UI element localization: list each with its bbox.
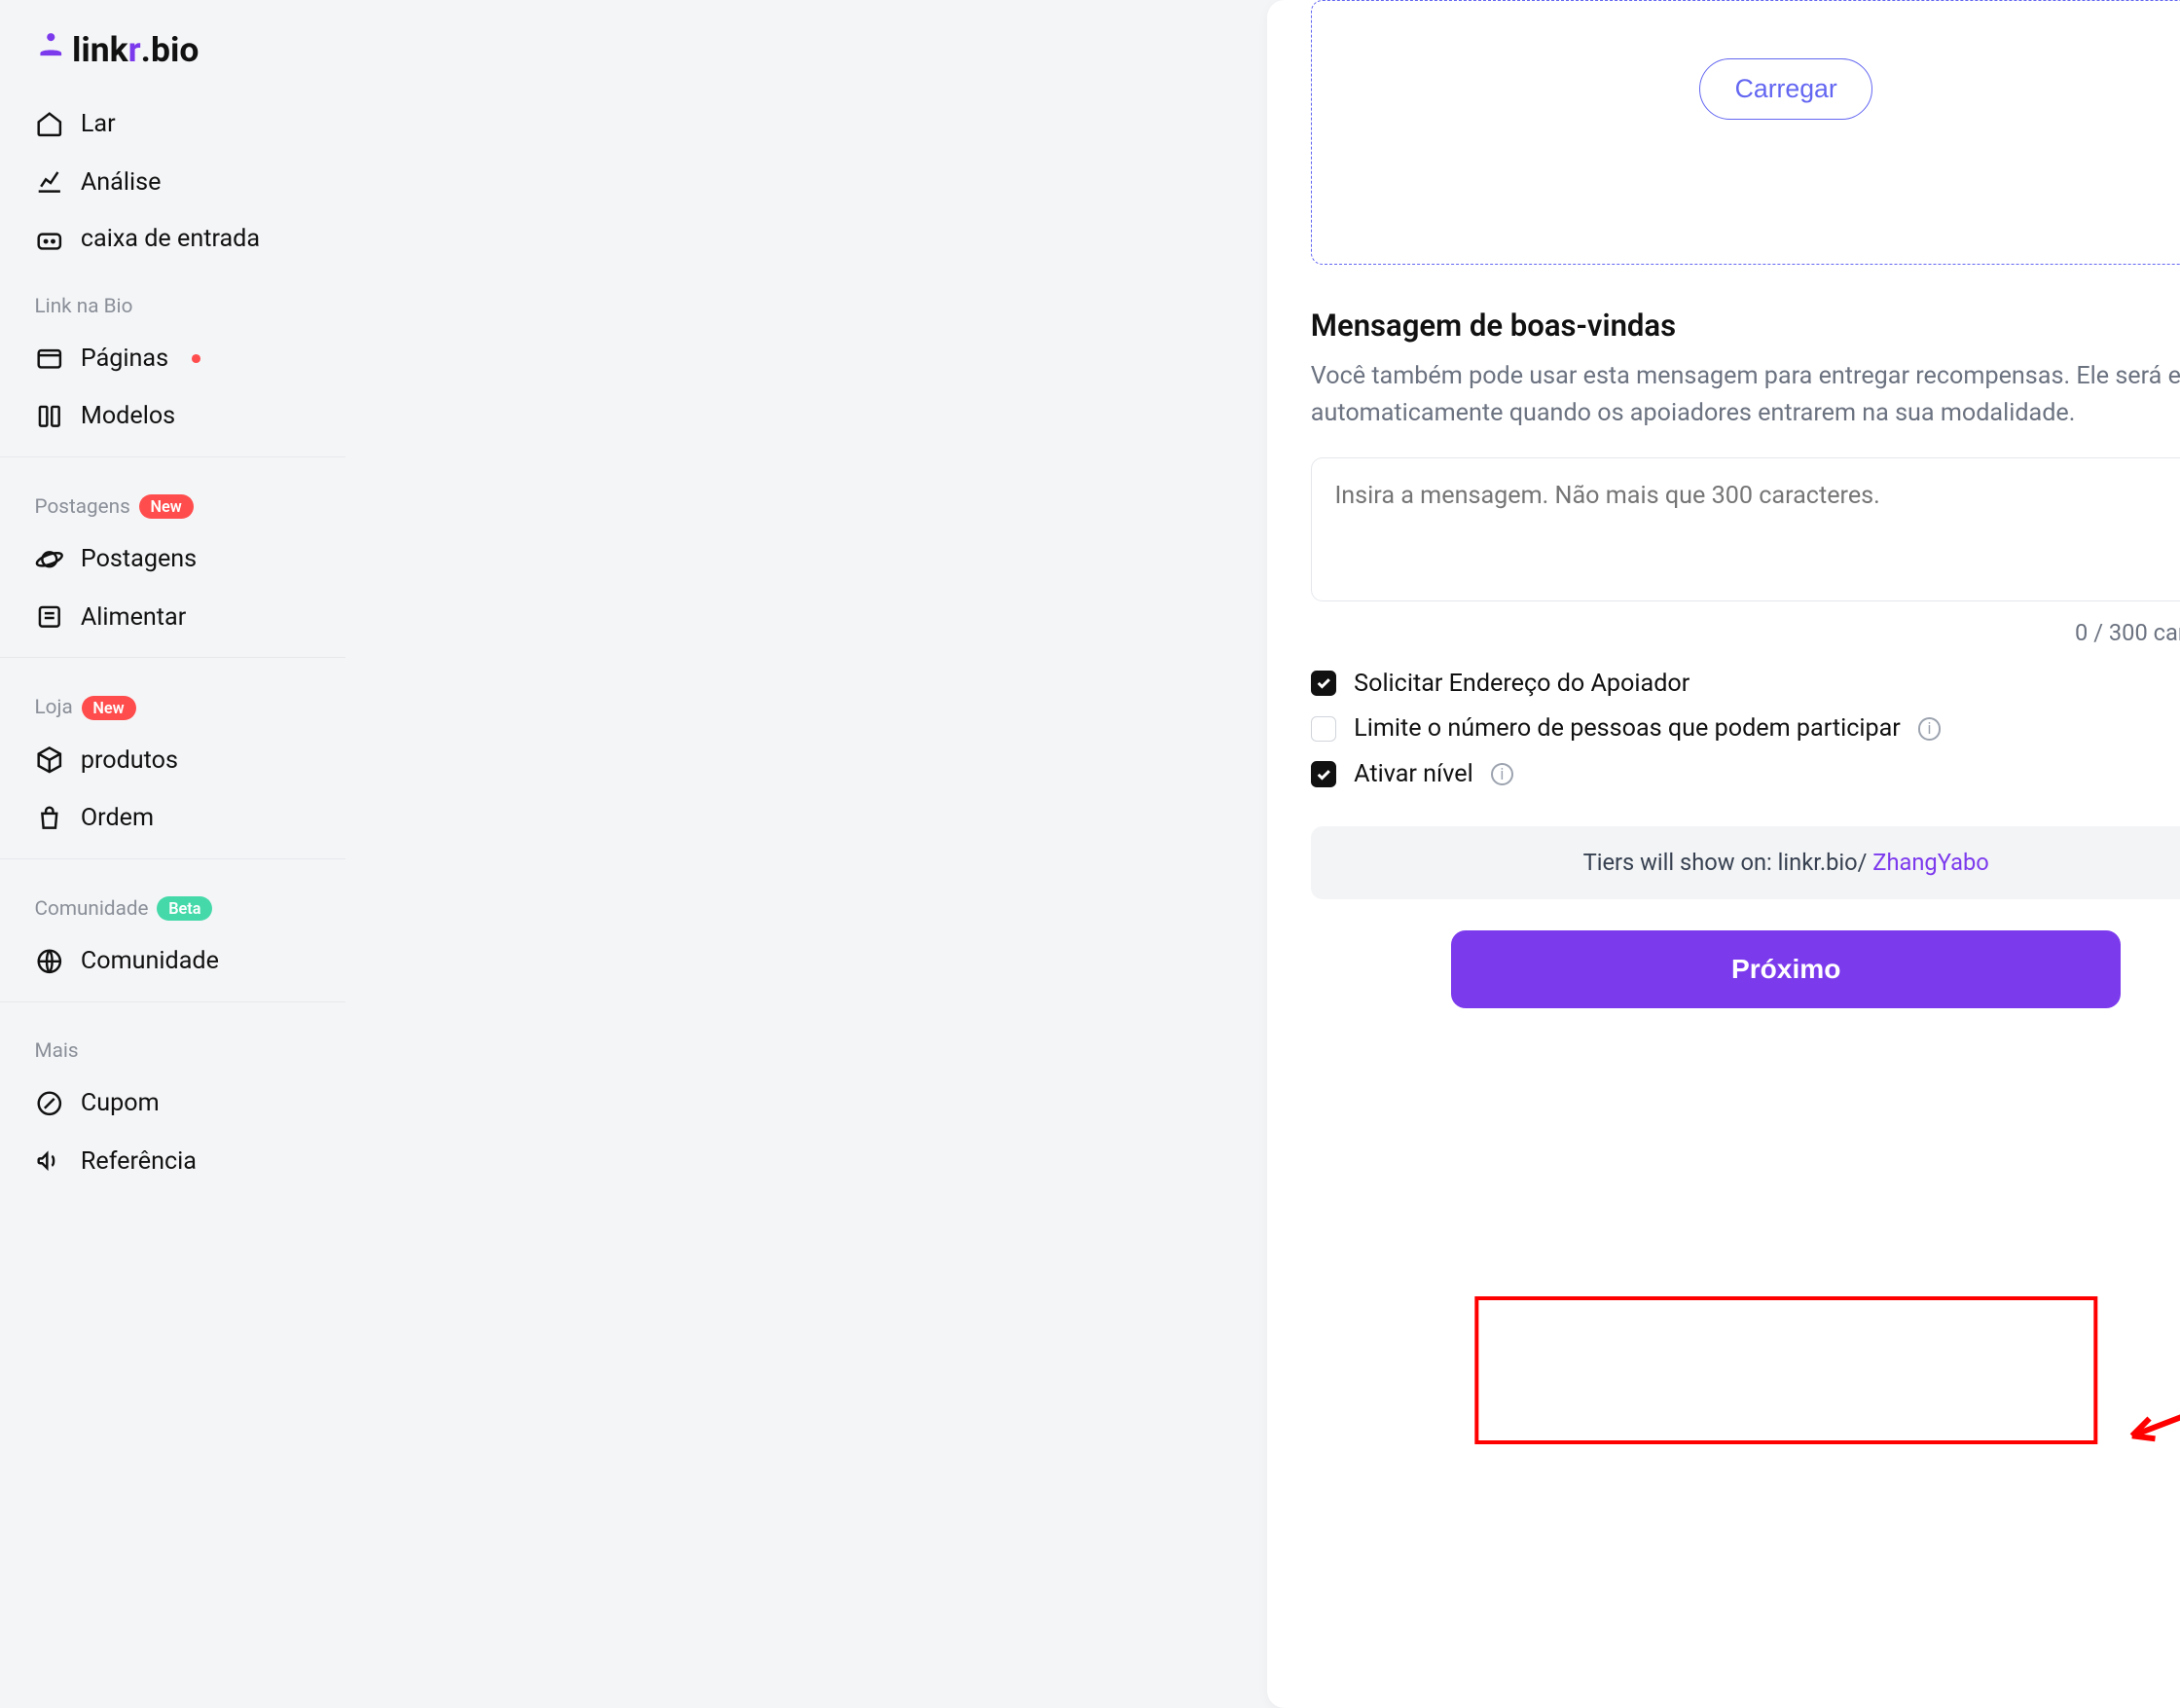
- info-icon[interactable]: i: [1491, 763, 1514, 786]
- info-icon[interactable]: i: [1918, 717, 1942, 741]
- upload-area[interactable]: Carregar: [1311, 0, 2180, 265]
- columns-icon: [35, 402, 64, 431]
- nav-inbox[interactable]: caixa de entrada: [0, 211, 345, 270]
- tier-user-link[interactable]: ZhangYabo: [1872, 849, 1989, 876]
- upload-button[interactable]: Carregar: [1699, 58, 1872, 120]
- nav-label: Referência: [81, 1147, 197, 1176]
- nav-pages[interactable]: Páginas: [0, 330, 345, 387]
- nav-label: produtos: [81, 746, 178, 775]
- nav-order[interactable]: Ordem: [0, 789, 345, 847]
- welcome-title: Mensagem de boas-vindas: [1311, 308, 2180, 344]
- nav-community[interactable]: Comunidade: [0, 932, 345, 990]
- nav-label: Lar: [81, 110, 116, 138]
- nav-feed[interactable]: Alimentar: [0, 588, 345, 645]
- new-badge: New: [82, 696, 136, 720]
- section-shop: Loja New: [0, 670, 345, 731]
- nav-label: Análise: [81, 168, 162, 197]
- checkbox-row-address[interactable]: Solicitar Endereço do Apoiador: [1311, 661, 2180, 707]
- checkbox-label: Solicitar Endereço do Apoiador: [1354, 670, 1690, 698]
- section-more: Mais: [0, 1014, 345, 1074]
- nav-label: Postagens: [81, 545, 197, 573]
- notification-dot: [192, 354, 200, 363]
- logo[interactable]: linkr.bio: [0, 29, 345, 96]
- nav-coupon[interactable]: Cupom: [0, 1074, 345, 1132]
- nav-analytics[interactable]: Análise: [0, 153, 345, 210]
- inbox-icon: [35, 226, 64, 255]
- globe-icon: [35, 947, 64, 976]
- nav-label: Alimentar: [81, 603, 186, 632]
- nav-label: Comunidade: [81, 947, 219, 975]
- bag-icon: [35, 804, 64, 833]
- planet-icon: [35, 545, 64, 574]
- nav-label: Ordem: [81, 804, 154, 832]
- logo-icon: [35, 29, 67, 69]
- annotation-arrow: [2118, 1390, 2180, 1453]
- welcome-message-input[interactable]: [1311, 457, 2180, 601]
- logo-text-link: link: [72, 29, 128, 70]
- pages-icon: [35, 345, 64, 374]
- section-posts: Postagens New: [0, 469, 345, 530]
- beta-badge: Beta: [157, 896, 212, 921]
- checkbox-row-limit[interactable]: Limite o número de pessoas que podem par…: [1311, 706, 2180, 751]
- nav-label: caixa de entrada: [81, 225, 260, 254]
- tier-info-box: Tiers will show on: linkr.bio/ ZhangYabo: [1311, 826, 2180, 899]
- chart-icon: [35, 167, 64, 197]
- percent-icon: [35, 1089, 64, 1118]
- home-icon: [35, 110, 64, 139]
- nav-posts[interactable]: Postagens: [0, 530, 345, 588]
- nav-label: Cupom: [81, 1089, 160, 1117]
- logo-text-bio: .bio: [141, 29, 200, 70]
- sidebar: linkr.bio Lar Análise caixa de entrada L…: [0, 0, 345, 1708]
- nav-models[interactable]: Modelos: [0, 387, 345, 445]
- checkbox-label: Limite o número de pessoas que podem par…: [1354, 714, 1901, 743]
- char-counter: 0 / 300 caracteres: [1311, 619, 2180, 646]
- checkbox-label: Ativar nível: [1354, 760, 1473, 788]
- main-content: Y Carregar Mensagem de boas-vindas Você …: [345, 0, 2180, 1708]
- section-bio: Link na Bio: [0, 269, 345, 329]
- next-button[interactable]: Próximo: [1451, 930, 2121, 1007]
- tier-prefix: Tiers will show on: linkr.bio/: [1583, 849, 1873, 876]
- megaphone-icon: [35, 1146, 64, 1176]
- checkbox-activate[interactable]: [1311, 761, 1337, 787]
- checkbox-row-activate[interactable]: Ativar nível i: [1311, 751, 2180, 797]
- form-card: Carregar Mensagem de boas-vindas Você ta…: [1267, 0, 2180, 1708]
- checkbox-address[interactable]: [1311, 671, 1337, 697]
- box-icon: [35, 745, 64, 775]
- nav-reference[interactable]: Referência: [0, 1132, 345, 1189]
- logo-text-r: r: [128, 29, 141, 70]
- nav-label: Modelos: [81, 402, 175, 430]
- nav-label: Páginas: [81, 345, 168, 373]
- nav-products[interactable]: produtos: [0, 732, 345, 789]
- nav-home[interactable]: Lar: [0, 95, 345, 153]
- welcome-description: Você também pode usar esta mensagem para…: [1311, 358, 2180, 431]
- new-badge: New: [139, 494, 194, 519]
- feed-icon: [35, 602, 64, 632]
- checkbox-limit[interactable]: [1311, 716, 1337, 743]
- section-community: Comunidade Beta: [0, 871, 345, 932]
